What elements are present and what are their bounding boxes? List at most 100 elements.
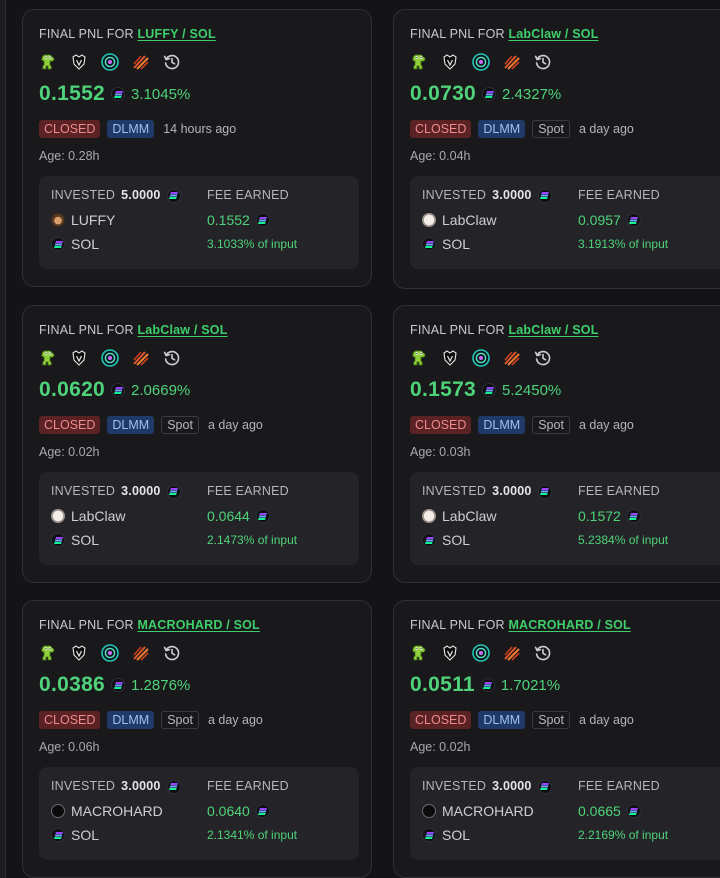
final-pnl: 0.1573 5.2450%: [410, 377, 561, 403]
quote-token: SOL: [51, 827, 99, 843]
gecko-icon[interactable]: [409, 52, 429, 72]
pair-link[interactable]: LabClaw / SOL: [137, 323, 227, 337]
gecko-icon[interactable]: [38, 52, 58, 72]
sol-icon: [51, 237, 65, 251]
fee-earned: 0.1552: [207, 212, 270, 228]
fee-earned: 0.0640: [207, 803, 270, 819]
meteora-icon[interactable]: [131, 52, 151, 72]
jupiter-icon[interactable]: [471, 348, 491, 368]
fee-percent: 2.1341% of input: [207, 828, 298, 842]
fee-earned-label: FEE EARNED: [578, 779, 660, 793]
position-age: Age: 0.02h: [39, 445, 100, 459]
quote-token: SOL: [422, 827, 470, 843]
history-icon[interactable]: [533, 52, 553, 72]
closed-time: a day ago: [207, 713, 263, 727]
meteora-icon[interactable]: [502, 643, 522, 663]
base-token-symbol: LabClaw: [71, 508, 126, 524]
pool-type-badge: DLMM: [107, 416, 155, 434]
pnl-card: FINAL PNL FOR LabClaw / SOL 0.0620 2.066: [22, 305, 372, 583]
bubblemaps-icon[interactable]: [440, 52, 460, 72]
card-title: FINAL PNL FOR MACROHARD / SOL: [39, 618, 260, 632]
invested-amount: 5.0000: [121, 188, 161, 202]
sol-icon: [111, 678, 126, 692]
position-summary: INVESTED 3.0000 FEE EARNED LabClaw SOL 0.…: [410, 472, 720, 565]
base-token: LabClaw: [51, 508, 125, 524]
pair-link[interactable]: MACROHARD / SOL: [508, 618, 630, 632]
pool-type-badge: DLMM: [478, 711, 526, 729]
bubblemaps-icon[interactable]: [69, 643, 89, 663]
pair-link[interactable]: LUFFY / SOL: [137, 27, 215, 41]
sol-icon: [166, 188, 181, 203]
fee-earned-label: FEE EARNED: [578, 188, 660, 202]
gecko-icon[interactable]: [409, 643, 429, 663]
labclaw-token-icon: [51, 509, 65, 523]
title-prefix: FINAL PNL FOR: [39, 323, 134, 337]
sol-icon: [422, 533, 436, 547]
pnl-amount: 0.0511: [410, 673, 475, 696]
base-token: MACROHARD: [51, 803, 163, 819]
gecko-icon[interactable]: [409, 348, 429, 368]
jupiter-icon[interactable]: [100, 643, 120, 663]
strategy-badge: Spot: [532, 711, 570, 729]
history-icon[interactable]: [533, 348, 553, 368]
history-icon[interactable]: [162, 348, 182, 368]
pair-link[interactable]: MACROHARD / SOL: [137, 618, 259, 632]
sol-icon: [626, 804, 641, 818]
title-prefix: FINAL PNL FOR: [410, 618, 505, 632]
gecko-icon[interactable]: [38, 348, 58, 368]
fee-amount: 0.1572: [578, 508, 621, 524]
base-token: MACROHARD: [422, 803, 534, 819]
jupiter-icon[interactable]: [471, 643, 491, 663]
fee-earned: 0.0644: [207, 508, 270, 524]
sol-icon: [626, 509, 641, 523]
sol-icon: [482, 87, 497, 101]
meteora-icon[interactable]: [502, 52, 522, 72]
pair-link[interactable]: LabClaw / SOL: [508, 27, 598, 41]
fee-percent: 2.2169% of input: [578, 828, 669, 842]
position-age: Age: 0.02h: [410, 740, 471, 754]
fee-earned: 0.0957: [578, 212, 641, 228]
sol-icon: [255, 213, 270, 227]
closed-time: a day ago: [207, 418, 263, 432]
bubblemaps-icon[interactable]: [440, 348, 460, 368]
bubblemaps-icon[interactable]: [69, 52, 89, 72]
jupiter-icon[interactable]: [471, 52, 491, 72]
fee-amount: 0.0640: [207, 803, 250, 819]
fee-earned-label: FEE EARNED: [578, 484, 660, 498]
invested-label: INVESTED 3.0000: [422, 484, 552, 499]
sol-icon: [51, 533, 65, 547]
gecko-icon[interactable]: [38, 643, 58, 663]
meteora-icon[interactable]: [131, 643, 151, 663]
pnl-percent: 3.1045%: [131, 85, 191, 103]
status-tags: CLOSED DLMM Spot a day ago: [39, 710, 263, 730]
external-links: [38, 52, 182, 72]
meteora-icon[interactable]: [502, 348, 522, 368]
sol-icon: [482, 383, 497, 397]
quote-token-symbol: SOL: [442, 236, 471, 252]
invested-amount: 3.0000: [121, 779, 161, 793]
history-icon[interactable]: [533, 643, 553, 663]
position-age: Age: 0.03h: [410, 445, 471, 459]
fee-percent: 2.1473% of input: [207, 533, 298, 547]
status-badge: CLOSED: [39, 711, 101, 729]
history-icon[interactable]: [162, 643, 182, 663]
bubblemaps-icon[interactable]: [440, 643, 460, 663]
jupiter-icon[interactable]: [100, 348, 120, 368]
invested-amount: 3.0000: [121, 484, 161, 498]
history-icon[interactable]: [162, 52, 182, 72]
meteora-icon[interactable]: [131, 348, 151, 368]
bubblemaps-icon[interactable]: [69, 348, 89, 368]
card-title: FINAL PNL FOR LUFFY / SOL: [39, 27, 216, 41]
position-summary: INVESTED 3.0000 FEE EARNED MACROHARD SOL …: [410, 767, 720, 860]
pnl-card: FINAL PNL FOR MACROHARD / SOL 0.0386 1.2: [22, 600, 372, 878]
pair-link[interactable]: LabClaw / SOL: [508, 323, 598, 337]
final-pnl: 0.0386 1.2876%: [39, 672, 190, 698]
jupiter-icon[interactable]: [100, 52, 120, 72]
sol-icon: [51, 828, 65, 842]
pnl-card: FINAL PNL FOR MACROHARD / SOL 0.0511 1.7: [393, 600, 720, 878]
closed-time: a day ago: [578, 713, 634, 727]
fee-percent: 5.2384% of input: [578, 533, 669, 547]
pnl-card: FINAL PNL FOR LabClaw / SOL 0.0730 2.432: [393, 9, 720, 289]
title-prefix: FINAL PNL FOR: [410, 323, 505, 337]
external-links: [409, 643, 553, 663]
